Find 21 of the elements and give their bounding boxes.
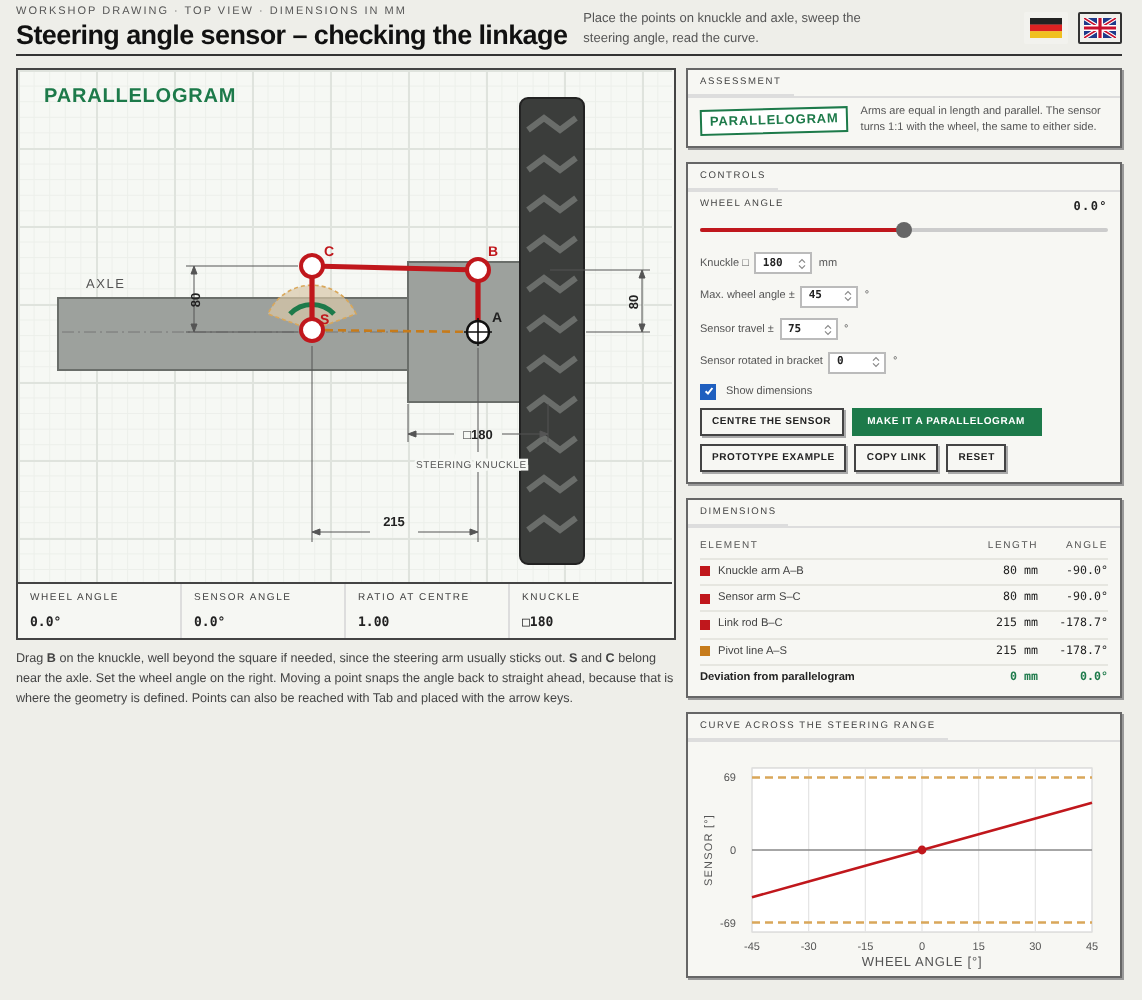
language-button[interactable] (1078, 12, 1122, 44)
page-title: Steering angle sensor – checking the linkage (16, 20, 568, 50)
slider-thumb[interactable] (896, 222, 912, 239)
dimension-line (549, 269, 651, 333)
wheel-angle-slider[interactable] (700, 228, 1108, 233)
german-flag-icon (1030, 18, 1062, 38)
drag-point[interactable] (299, 253, 325, 279)
drag-point[interactable] (465, 257, 491, 283)
sensor-angle-arc (288, 301, 336, 316)
current-point (917, 846, 927, 855)
dimension-line (185, 265, 299, 333)
checkbox[interactable] (700, 383, 716, 400)
british-flag-icon (1084, 18, 1116, 38)
spinner-icon (798, 257, 807, 270)
drag-point[interactable] (299, 317, 325, 343)
spinner-icon (844, 290, 853, 303)
spinner-icon (823, 323, 832, 336)
pivot-marker[interactable] (463, 317, 493, 347)
language-button[interactable] (1024, 12, 1068, 44)
spinner-icon (872, 356, 881, 369)
drawing-title: PARALLELOGRAM (44, 86, 237, 108)
